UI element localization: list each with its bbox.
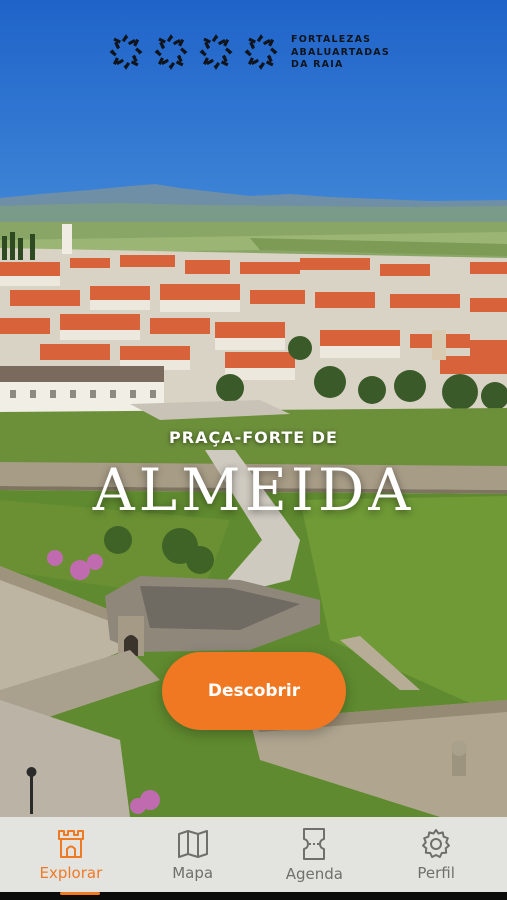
- bastion-star-icon: [109, 34, 143, 70]
- brand-line-1: FORTALEZAS: [291, 34, 372, 46]
- home-indicator-strip: [0, 892, 507, 900]
- bastion-star-icon: [154, 34, 188, 70]
- tab-label-mapa: Mapa: [172, 863, 214, 882]
- active-tab-glow: [60, 892, 100, 895]
- tab-label-explorar: Explorar: [39, 863, 103, 882]
- ticket-icon: [303, 827, 326, 860]
- brand-line-3: DA RAIA: [291, 59, 344, 71]
- hero-subtitle: PRAÇA-FORTE DE: [169, 428, 338, 447]
- brand-name: FORTALEZAS ABALUARTADAS DA RAIA: [291, 34, 390, 72]
- tab-mapa[interactable]: Mapa: [138, 828, 248, 882]
- brand-line-2: ABALUARTADAS: [291, 46, 390, 58]
- map-icon: [177, 829, 208, 858]
- bastion-star-icon: [244, 34, 278, 70]
- tab-label-agenda: Agenda: [285, 864, 343, 883]
- app-screen: FORTALEZAS ABALUARTADAS DA RAIA PRAÇA-FO…: [0, 0, 507, 900]
- bottom-tab-bar: Explorar Mapa Agenda Perfil: [0, 817, 507, 892]
- tab-label-perfil: Perfil: [417, 863, 455, 882]
- tab-perfil[interactable]: Perfil: [381, 828, 491, 882]
- brand-logo: FORTALEZAS ABALUARTADAS DA RAIA: [108, 32, 408, 74]
- bastion-star-icon: [199, 34, 233, 70]
- brand-marks: [108, 33, 279, 73]
- hero-title: ALMEIDA: [92, 456, 415, 524]
- discover-button[interactable]: Descobrir: [162, 652, 346, 730]
- castle-tower-icon: [57, 829, 84, 858]
- tab-agenda[interactable]: Agenda: [259, 827, 369, 883]
- gear-icon: [422, 828, 451, 858]
- tab-explorar[interactable]: Explorar: [16, 828, 126, 882]
